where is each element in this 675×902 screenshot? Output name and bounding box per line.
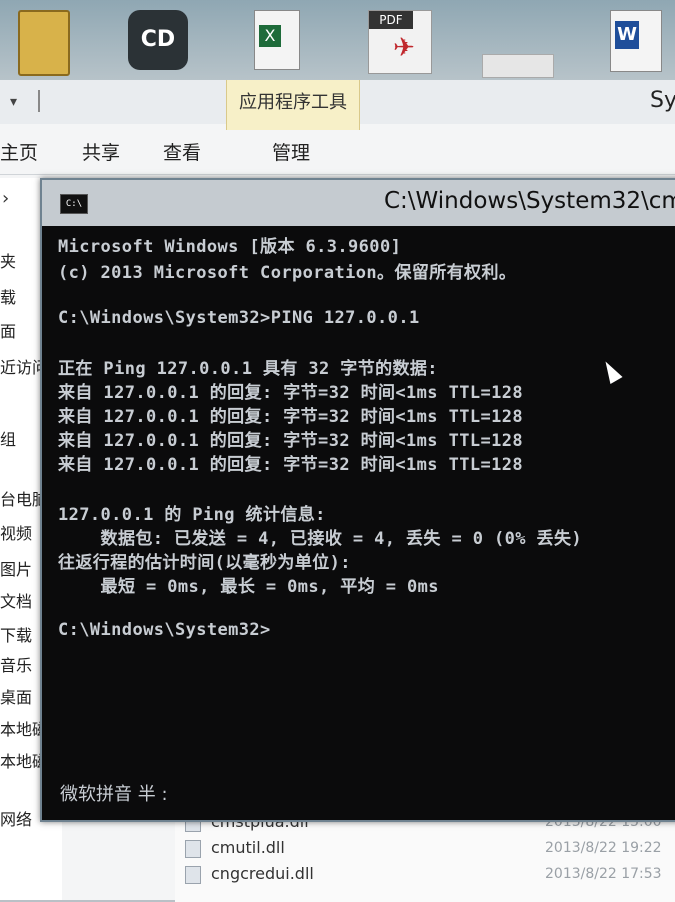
word-file-icon[interactable]: W <box>610 10 662 72</box>
acrobat-symbol-icon: ✈ <box>393 33 415 63</box>
file-date: 2013/8/22 17:53 <box>545 866 662 882</box>
excel-badge: X <box>259 25 281 47</box>
nav-item-videos[interactable]: 视频 <box>0 520 32 544</box>
console-line: 来自 127.0.0.1 的回复: 字节=32 时间<1ms TTL=128 <box>58 455 524 475</box>
document-thumbnail-icon[interactable] <box>482 54 554 78</box>
chevron-right-icon[interactable]: › <box>2 188 9 209</box>
nav-item-desktop-folder[interactable]: 桌面 <box>0 684 32 708</box>
command-prompt-window[interactable]: C:\ C:\Windows\System32\cmd Microsoft Wi… <box>40 178 675 822</box>
nav-item-desktop[interactable]: 面 <box>0 318 16 342</box>
console-line: Microsoft Windows [版本 6.3.9600] <box>58 237 402 257</box>
ribbon-tab-bar: 主页 共享 查看 管理 <box>0 130 675 175</box>
toolbar-divider <box>38 90 40 112</box>
explorer-window-title: Sy <box>650 88 675 113</box>
tab-manage[interactable]: 管理 <box>272 138 310 165</box>
nav-item-music[interactable]: 音乐 <box>0 652 32 676</box>
ime-status-bar: 微软拼音 半 : <box>60 784 168 805</box>
console-line: 127.0.0.1 的 Ping 统计信息: <box>58 505 326 525</box>
desktop-icon-strip: CD X PDF ✈ W <box>0 0 675 80</box>
console-line: C:\Windows\System32>PING 127.0.0.1 <box>58 308 420 328</box>
file-row[interactable]: cngcredui.dll <box>185 864 314 884</box>
console-output[interactable]: Microsoft Windows [版本 6.3.9600] (c) 2013… <box>58 230 675 810</box>
word-badge: W <box>615 21 639 49</box>
nav-item-homegroup[interactable]: 组 <box>0 426 16 450</box>
pdf-file-icon[interactable]: PDF ✈ <box>368 10 432 74</box>
quick-access-dropdown-icon[interactable]: ▾ <box>10 94 17 110</box>
file-name: cmutil.dll <box>211 838 285 857</box>
dll-file-icon <box>185 865 201 884</box>
console-line: (c) 2013 Microsoft Corporation。保留所有权利。 <box>58 263 517 283</box>
nav-item-network[interactable]: 网络 <box>0 806 32 830</box>
console-line: 往返行程的估计时间(以毫秒为单位): <box>58 553 351 573</box>
nav-item-downloads[interactable]: 载 <box>0 284 16 308</box>
console-prompt[interactable]: C:\Windows\System32> <box>58 620 271 640</box>
folder-icon[interactable] <box>18 10 70 76</box>
cmd-app-icon[interactable]: C:\ <box>60 194 88 214</box>
console-window-title: C:\Windows\System32\cmd <box>384 188 675 214</box>
file-row[interactable]: cmutil.dll <box>185 838 285 858</box>
nav-item-downloads-folder[interactable]: 下载 <box>0 622 32 646</box>
application-tools-tab-group: 应用程序工具 <box>226 80 360 130</box>
console-line: 来自 127.0.0.1 的回复: 字节=32 时间<1ms TTL=128 <box>58 431 524 451</box>
dll-file-icon <box>185 839 201 858</box>
file-date: 2013/8/22 19:22 <box>545 840 662 856</box>
console-title-bar[interactable]: C:\ C:\Windows\System32\cmd <box>42 180 675 226</box>
console-line: 来自 127.0.0.1 的回复: 字节=32 时间<1ms TTL=128 <box>58 383 524 403</box>
excel-file-icon[interactable]: X <box>254 10 300 70</box>
nav-item-folder[interactable]: 夹 <box>0 248 16 272</box>
tab-view[interactable]: 查看 <box>163 138 201 165</box>
pdf-tag: PDF <box>369 11 413 29</box>
nav-item-documents[interactable]: 文档 <box>0 588 32 612</box>
tab-home[interactable]: 主页 <box>0 138 38 165</box>
console-line: 数据包: 已发送 = 4, 已接收 = 4, 丢失 = 0 (0% 丢失) <box>58 529 582 549</box>
tab-share[interactable]: 共享 <box>82 138 120 165</box>
console-line: 来自 127.0.0.1 的回复: 字节=32 时间<1ms TTL=128 <box>58 407 524 427</box>
cd-burner-icon[interactable]: CD <box>128 10 188 70</box>
console-line: 正在 Ping 127.0.0.1 具有 32 字节的数据: <box>58 359 438 379</box>
console-line: 最短 = 0ms, 最长 = 0ms, 平均 = 0ms <box>58 577 439 597</box>
nav-item-pictures[interactable]: 图片 <box>0 556 32 580</box>
file-name: cngcredui.dll <box>211 864 314 883</box>
